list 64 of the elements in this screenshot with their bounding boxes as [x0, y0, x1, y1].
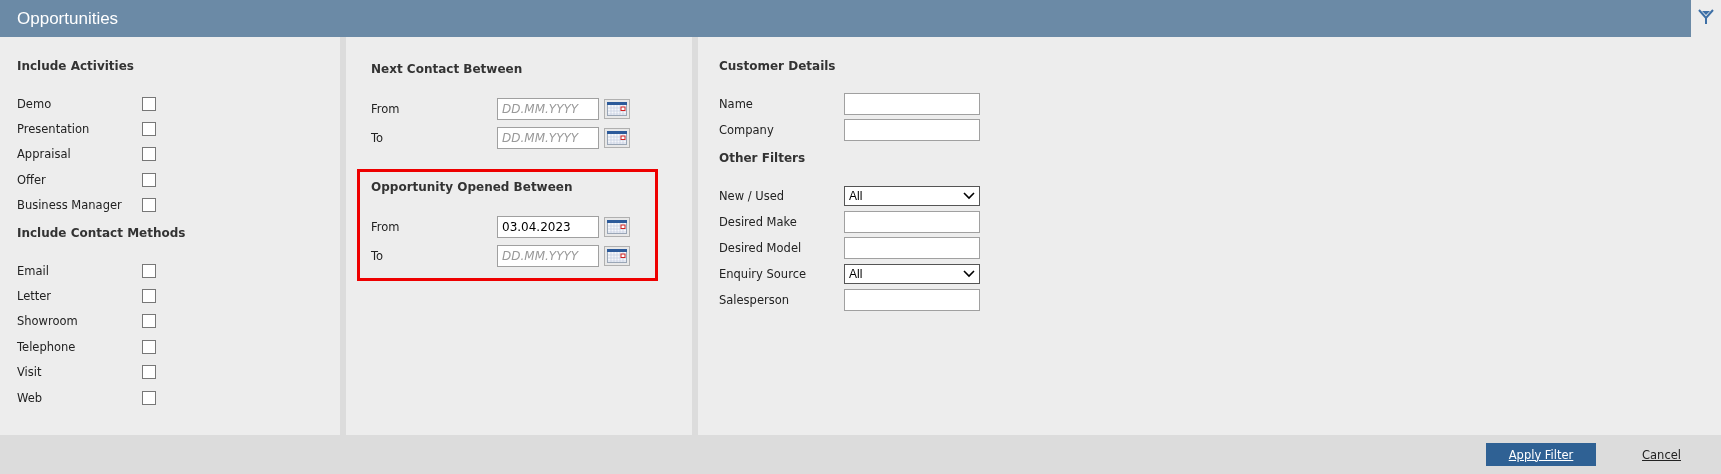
calendar-icon: [607, 130, 627, 145]
section-heading: Opportunity Opened Between: [371, 180, 574, 196]
checkbox[interactable]: [142, 172, 156, 187]
checkbox[interactable]: [142, 198, 156, 213]
window-title: Opportunities: [17, 8, 119, 29]
chevron-down-icon: [963, 192, 975, 200]
input-field[interactable]: [844, 119, 980, 141]
filter-icon[interactable]: [1698, 8, 1714, 24]
checkbox-label: Visit: [17, 365, 43, 380]
checkbox[interactable]: [142, 365, 156, 380]
field-label: To: [371, 248, 385, 263]
field-label: Desired Make: [719, 215, 798, 229]
checkbox[interactable]: [142, 289, 156, 304]
checkbox[interactable]: [142, 314, 156, 329]
checkbox-label: Showroom: [17, 314, 79, 329]
calendar-icon: [607, 101, 627, 116]
checkbox[interactable]: [142, 390, 156, 405]
section-heading: Include Contact Methods: [17, 225, 187, 242]
checkbox-label: Telephone: [17, 339, 77, 354]
checkbox-label: Letter: [17, 289, 53, 304]
field-label: From: [371, 101, 401, 116]
date-field[interactable]: DD.MM.YYYY: [497, 126, 599, 149]
calendar-button[interactable]: [604, 216, 630, 237]
section-heading: Other Filters: [719, 151, 807, 167]
date-field[interactable]: DD.MM.YYYY: [497, 97, 599, 120]
field-label: Salesperson: [719, 293, 791, 307]
field-label: Enquiry Source: [719, 267, 808, 281]
section-heading: Customer Details: [719, 59, 837, 75]
checkbox-label: Offer: [17, 172, 47, 187]
checkbox[interactable]: [142, 96, 156, 111]
apply-filter-button[interactable]: Apply Filter: [1486, 443, 1597, 466]
field-label: Name: [719, 97, 754, 111]
checkbox-label: Web: [17, 390, 44, 405]
checkbox-label: Demo: [17, 96, 53, 111]
section-heading: Next Contact Between: [371, 62, 524, 78]
field-label: New / Used: [719, 189, 786, 203]
checkbox-label: Business Manager: [17, 198, 123, 213]
checkbox[interactable]: [142, 122, 156, 137]
checkbox-label: Email: [17, 263, 50, 278]
input-field[interactable]: [844, 93, 980, 115]
checkbox-label: Presentation: [17, 122, 91, 137]
section-heading: Include Activities: [17, 59, 135, 75]
dropdown[interactable]: All: [844, 264, 980, 284]
cancel-button[interactable]: Cancel: [1642, 447, 1681, 462]
date-field[interactable]: 03.04.2023: [497, 215, 599, 238]
calendar-button[interactable]: [604, 127, 630, 148]
field-label: Desired Model: [719, 241, 803, 255]
calendar-icon: [607, 248, 627, 263]
field-label: Company: [719, 123, 775, 137]
checkbox[interactable]: [142, 147, 156, 162]
calendar-button[interactable]: [604, 245, 630, 266]
checkbox[interactable]: [142, 263, 156, 278]
field-label: From: [371, 219, 401, 234]
input-field[interactable]: [844, 289, 980, 311]
date-field[interactable]: DD.MM.YYYY: [497, 244, 599, 267]
calendar-icon: [607, 219, 627, 234]
checkbox[interactable]: [142, 339, 156, 354]
input-field[interactable]: [844, 211, 980, 233]
dropdown[interactable]: All: [844, 186, 980, 206]
checkbox-label: Appraisal: [17, 147, 72, 162]
calendar-button[interactable]: [604, 98, 630, 119]
chevron-down-icon: [963, 270, 975, 278]
field-label: To: [371, 130, 385, 145]
input-field[interactable]: [844, 237, 980, 259]
